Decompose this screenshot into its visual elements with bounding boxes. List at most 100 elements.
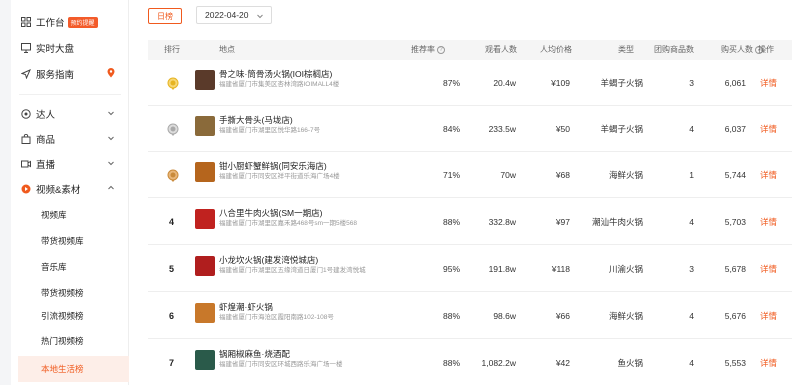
shop-thumbnail[interactable] [195, 70, 215, 90]
header-recommend[interactable]: 推荐率? [411, 40, 445, 60]
nav-goods-label: 商品 [36, 135, 56, 146]
sidebar: 工作台 预约提醒 实时大盘 服务指南 达人 商品 直播 视频&素材 视频库 带货… [11, 0, 131, 385]
nav-realtime-label: 实时大盘 [36, 44, 75, 55]
recommend-rate: 88% [442, 358, 460, 368]
buyer-count: 5,703 [724, 217, 746, 227]
avg-price: ¥66 [555, 311, 570, 321]
monitor-icon [19, 41, 33, 55]
sub-item-hot-video-rank[interactable]: 热门视频榜 [11, 328, 129, 354]
header-views: 观看人数 [485, 45, 517, 54]
shop-thumbnail[interactable] [195, 256, 215, 276]
sub-item-traffic-video-rank[interactable]: 引流视频榜 [11, 303, 129, 329]
rank-number: 5 [169, 264, 175, 274]
shop-thumbnail[interactable] [195, 303, 215, 323]
avg-price: ¥118 [551, 264, 570, 274]
view-count: 20.4w [493, 78, 516, 88]
detail-link[interactable]: 详情 [760, 152, 777, 198]
header-buyers-label: 购买人数 [721, 45, 753, 54]
shop-type: 羊蝎子火锅 [600, 78, 643, 88]
shop-address: 福建省厦门市同安区环城西路乐海广场一楼 [219, 361, 343, 368]
nav-workbench[interactable]: 工作台 预约提醒 [11, 8, 129, 36]
recommend-rate: 87% [442, 78, 460, 88]
deal-count: 1 [689, 170, 694, 180]
deal-count: 4 [689, 124, 694, 134]
avg-price: ¥97 [555, 217, 570, 227]
nav-video-label: 视频&素材 [36, 185, 81, 196]
help-icon[interactable]: ? [437, 45, 445, 54]
rank-number: 7 [169, 358, 175, 368]
table-row[interactable]: 骨之味·筒骨汤火锅(IOI棕榈店) 福建省厦门市集美区杏林湾路IOIMALL4楼 8… [148, 60, 792, 106]
table-row[interactable]: 5 小龙坎火锅(建发湾悦城店) 福建省厦门市湖里区五缘湾道日厦门1号建发湾悦城 95%… [148, 246, 792, 292]
shop-type: 鱼火锅 [617, 358, 643, 368]
view-count: 70w [500, 170, 516, 180]
nav-expert[interactable]: 达人 [11, 100, 129, 128]
buyer-count: 6,037 [724, 124, 746, 134]
nav-video-material[interactable]: 视频&素材 [11, 175, 129, 203]
avg-price: ¥109 [551, 78, 570, 88]
detail-link[interactable]: 详情 [760, 60, 777, 106]
table-row[interactable]: 7 锅厢椒麻鱼·烧酒配福建省厦门市同安区环城西路乐海广场一楼 88% 1,082.2w… [148, 340, 792, 385]
shop-name[interactable]: 钳小厨虾蟹鲜锅(同安乐海店) [219, 161, 327, 171]
nav-expert-label: 达人 [36, 110, 56, 121]
shop-address: 福建省厦门市海沧区霞阳南路102-108号 [219, 314, 334, 321]
bronze-medal-icon [167, 152, 179, 198]
header-place: 地点 [219, 45, 235, 54]
shop-name[interactable]: 锅厢椒麻鱼·烧酒配 [219, 349, 290, 359]
deal-count: 3 [689, 264, 694, 274]
video-icon [19, 157, 33, 171]
chevron-down-icon [107, 159, 115, 170]
shop-name[interactable]: 小龙坎火锅(建发湾悦城店) [219, 255, 318, 265]
header-buyers[interactable]: 购买人数? [721, 40, 763, 60]
view-count: 98.6w [493, 311, 516, 321]
avg-price: ¥68 [555, 170, 570, 180]
view-count: 332.8w [488, 217, 516, 227]
nav-realtime[interactable]: 实时大盘 [11, 34, 129, 62]
recommend-rate: 88% [442, 217, 460, 227]
detail-link[interactable]: 详情 [760, 340, 777, 385]
daily-rank-button[interactable]: 日榜 [148, 8, 182, 24]
sub-item-music-library[interactable]: 音乐库 [11, 254, 129, 280]
view-count: 1,082.2w [481, 358, 517, 368]
chevron-down-icon [107, 134, 115, 145]
detail-link[interactable]: 详情 [760, 106, 777, 152]
shop-address: 福建省厦门市同安区祥平街道乐海广场4楼 [219, 173, 340, 180]
gold-medal-icon [167, 60, 179, 106]
view-count: 233.5w [488, 124, 516, 134]
deal-count: 4 [689, 358, 694, 368]
shop-thumbnail[interactable] [195, 162, 215, 182]
shop-name[interactable]: 虾煌潮·虾火锅 [219, 302, 273, 312]
nav-service-label: 服务指南 [36, 70, 75, 81]
table-row[interactable]: 钳小厨虾蟹鲜锅(同安乐海店) 福建省厦门市同安区祥平街道乐海广场4楼 71% 70w ¥… [148, 152, 792, 198]
reminder-badge: 预约提醒 [67, 16, 98, 28]
table-row[interactable]: 4 八合里牛肉火锅(SM一期店) 福建省厦门市湖里区嘉禾路468号sm一期5楼568… [148, 199, 792, 245]
shop-thumbnail[interactable] [195, 350, 215, 370]
shop-type: 海鲜火锅 [608, 170, 643, 180]
recommend-rate: 84% [442, 124, 460, 134]
nav-live-label: 直播 [36, 160, 56, 171]
shop-thumbnail[interactable] [195, 116, 215, 136]
avg-price: ¥50 [555, 124, 570, 134]
chevron-up-icon [107, 184, 115, 195]
table-header: 排行 地点 推荐率? 观看人数 人均价格 类型 团购商品数 购买人数? 操作 [148, 40, 792, 60]
shop-thumbnail[interactable] [195, 209, 215, 229]
sub-item-sales-video-library[interactable]: 带货视频库 [11, 228, 129, 254]
shop-name[interactable]: 手撕大骨头(马垅店) [219, 115, 293, 125]
table-row[interactable]: 6 虾煌潮·虾火锅 福建省厦门市海沧区霞阳南路102-108号 88% 98.6w ¥66… [148, 293, 792, 339]
rank-number: 6 [169, 311, 175, 321]
detail-link[interactable]: 详情 [760, 246, 777, 292]
shop-address: 福建省厦门市湖里区嘉禾路468号sm一期5楼568 [219, 220, 357, 227]
date-picker[interactable]: 2022-04-20 [196, 6, 272, 24]
shop-name[interactable]: 骨之味·筒骨汤火锅(IOI棕榈店) [219, 69, 332, 79]
date-value: 2022-04-20 [205, 10, 249, 20]
nav-service-guide[interactable]: 服务指南 [11, 60, 129, 88]
table-row[interactable]: 手撕大骨头(马垅店) 福建省厦门市湖里区悦华路166-7号 84% 233.5w ¥50… [148, 106, 792, 152]
nav-live[interactable]: 直播 [11, 150, 129, 178]
shop-address: 福建省厦门市湖里区五缘湾道日厦门1号建发湾悦城 [219, 267, 366, 274]
header-recommend-label: 推荐率 [411, 45, 435, 54]
sub-item-video-library[interactable]: 视频库 [11, 202, 129, 228]
detail-link[interactable]: 详情 [760, 199, 777, 245]
nav-goods[interactable]: 商品 [11, 125, 129, 153]
shop-name[interactable]: 八合里牛肉火锅(SM一期店) [219, 208, 322, 218]
detail-link[interactable]: 详情 [760, 293, 777, 339]
sub-item-local-life-rank[interactable]: 本地生活榜 [18, 356, 131, 382]
